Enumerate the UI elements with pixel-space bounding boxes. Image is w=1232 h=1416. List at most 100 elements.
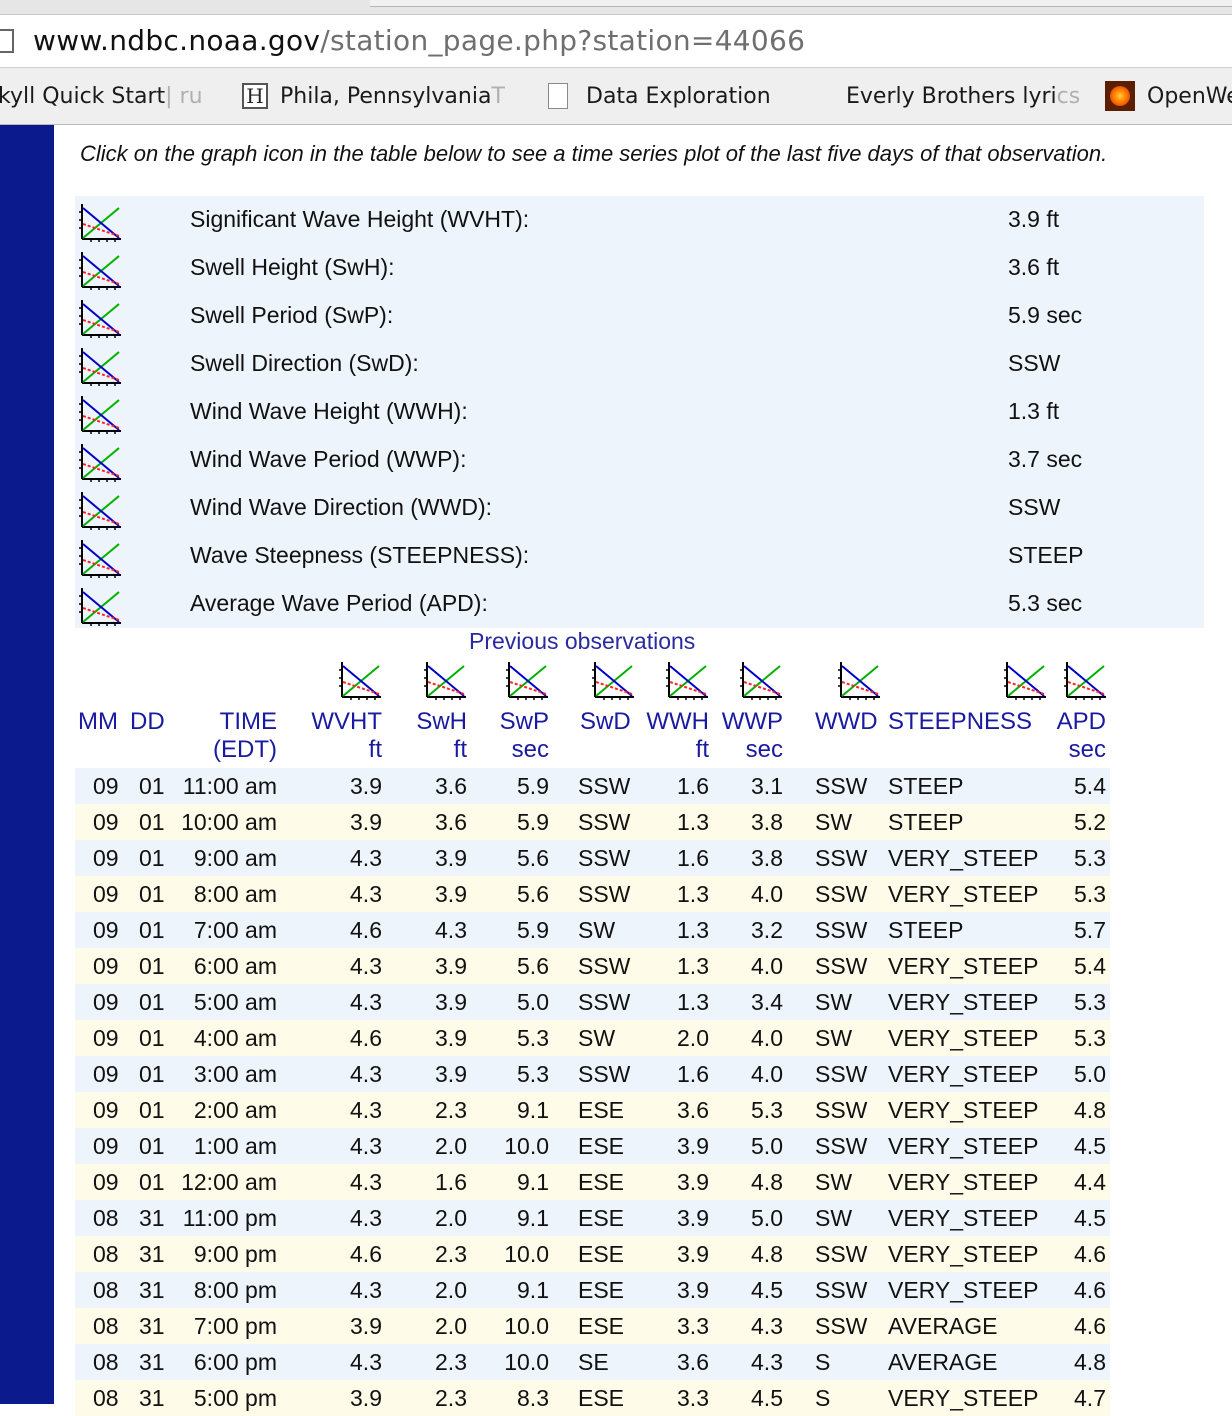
graph-icon-link[interactable] — [79, 202, 123, 242]
cell-wwp: 3.4 — [751, 989, 783, 1015]
header-mm: MM — [78, 708, 118, 735]
graph-icon-link[interactable] — [79, 538, 123, 578]
graph-icon-link[interactable] — [79, 346, 123, 386]
graph-icon[interactable] — [424, 660, 468, 700]
graph-icon-link[interactable] — [79, 490, 123, 530]
graph-icon[interactable] — [838, 660, 882, 700]
cell-wwh: 2.0 — [677, 1025, 709, 1051]
bookmark-phila-pennsylvania[interactable]: H Phila, Pennsylvania T — [242, 81, 505, 111]
graph-icon-steepness[interactable] — [1004, 660, 1048, 700]
cell-wwd: SW — [815, 989, 853, 1015]
graph-icon-wvht[interactable] — [339, 660, 383, 700]
graph-icon-link[interactable] — [79, 442, 123, 482]
bookmark-data-exploration[interactable]: Data Exploration — [548, 81, 771, 111]
cell-wwp: 4.8 — [751, 1169, 783, 1195]
cell-mm: 09 — [93, 881, 119, 907]
observation-row: Significant Wave Height (WVHT): 3.9 ft — [75, 196, 1204, 244]
bookmark-openweather[interactable]: OpenWe — [1105, 81, 1232, 111]
active-tab[interactable] — [370, 0, 1232, 7]
cell-dd: 01 — [139, 845, 165, 871]
cell-steepness: VERY_STEEP — [888, 1133, 1039, 1159]
graph-icon[interactable] — [339, 660, 383, 700]
cell-time: 5:00 am — [193, 989, 277, 1015]
graph-icon[interactable] — [1064, 660, 1108, 700]
observation-label: Wind Wave Height (WWH): — [190, 398, 468, 424]
cell-wwh: 1.6 — [677, 1061, 709, 1087]
cell-time: 3:00 am — [193, 1061, 277, 1087]
cell-swh: 3.9 — [435, 1061, 467, 1087]
cell-swp: 10.0 — [504, 1349, 549, 1375]
graph-icon[interactable] — [79, 346, 123, 386]
graph-icon-swp[interactable] — [506, 660, 550, 700]
header-wvht: WVHT ft — [290, 708, 382, 764]
header-swh-unit: ft — [453, 736, 467, 763]
graph-icon-apd[interactable] — [1064, 660, 1108, 700]
cell-wvht: 4.3 — [350, 1169, 382, 1195]
graph-icon[interactable] — [79, 538, 123, 578]
table-row: 09 01 7:00 am 4.6 4.3 5.9 SW 1.3 3.2 SSW STEEP 5.7 — [75, 912, 1110, 948]
cell-time: 11:00 am — [182, 773, 277, 799]
graph-icon-swd[interactable] — [592, 660, 636, 700]
graph-icon-link[interactable] — [79, 250, 123, 290]
cell-swh: 3.9 — [435, 1025, 467, 1051]
cell-wwd: SSW — [815, 1241, 868, 1267]
graph-icon[interactable] — [592, 660, 636, 700]
cell-wwp: 3.8 — [751, 845, 783, 871]
cell-swp: 9.1 — [517, 1205, 549, 1231]
cell-wwp: 3.1 — [751, 773, 783, 799]
graph-icon-swh[interactable] — [424, 660, 468, 700]
cell-wvht: 3.9 — [350, 1385, 382, 1411]
h-icon: H — [242, 83, 268, 109]
graph-icon[interactable] — [79, 442, 123, 482]
cell-wvht: 4.3 — [350, 881, 382, 907]
graph-icon[interactable] — [79, 490, 123, 530]
cell-time: 9:00 am — [193, 845, 277, 871]
cell-wwd: SSW — [815, 1133, 868, 1159]
graph-icon-link[interactable] — [79, 586, 123, 626]
cell-wwp: 4.3 — [751, 1349, 783, 1375]
cell-time: 8:00 pm — [193, 1277, 277, 1303]
cell-wwh: 1.6 — [677, 845, 709, 871]
cell-swp: 8.3 — [517, 1385, 549, 1411]
header-swh: SwH ft — [390, 708, 467, 764]
address-bar[interactable]: www.ndbc.noaa.gov/station_page.php?stati… — [0, 15, 1232, 68]
graph-icon[interactable] — [79, 202, 123, 242]
cell-apd: 4.4 — [1074, 1169, 1106, 1195]
cell-apd: 5.4 — [1074, 953, 1106, 979]
cell-time: 11:00 pm — [182, 1205, 277, 1231]
header-apd-unit: sec — [1068, 736, 1106, 763]
cell-apd: 4.6 — [1074, 1241, 1106, 1267]
cell-wwd: S — [815, 1385, 831, 1411]
cell-apd: 4.8 — [1074, 1349, 1106, 1375]
cell-dd: 01 — [139, 1169, 165, 1195]
graph-icon[interactable] — [740, 660, 784, 700]
graph-icon[interactable] — [666, 660, 710, 700]
graph-icon-wwp[interactable] — [740, 660, 784, 700]
observation-row: Swell Direction (SwD): SSW — [75, 340, 1204, 388]
cell-time: 1:00 am — [193, 1133, 277, 1159]
url-text[interactable]: www.ndbc.noaa.gov/station_page.php?stati… — [33, 24, 805, 57]
graph-icon-wwd[interactable] — [838, 660, 882, 700]
graph-icon[interactable] — [79, 394, 123, 434]
graph-icon[interactable] — [1004, 660, 1048, 700]
cell-apd: 5.4 — [1074, 773, 1106, 799]
cell-swp: 5.6 — [517, 881, 549, 907]
cell-wwd: SSW — [815, 845, 868, 871]
graph-icon[interactable] — [79, 298, 123, 338]
observation-label: Significant Wave Height (WVHT): — [190, 206, 530, 232]
header-steepness: STEEPNESS — [888, 708, 1033, 735]
graph-icon-wwh[interactable] — [666, 660, 710, 700]
bookmark-everly-brothers-lyrics[interactable]: Everly Brothers lyri cs — [846, 81, 1080, 111]
cell-wwd: SSW — [815, 1313, 868, 1339]
cell-swp: 10.0 — [504, 1133, 549, 1159]
graph-icon-link[interactable] — [79, 298, 123, 338]
cell-swp: 9.1 — [517, 1097, 549, 1123]
cell-dd: 01 — [139, 773, 165, 799]
graph-icon-link[interactable] — [79, 394, 123, 434]
graph-icon[interactable] — [79, 586, 123, 626]
cell-dd: 01 — [139, 881, 165, 907]
bookmark-jekyll-quick-start[interactable]: kyll Quick Start | ru — [0, 81, 203, 111]
graph-icon[interactable] — [79, 250, 123, 290]
graph-icon[interactable] — [506, 660, 550, 700]
cell-dd: 01 — [139, 1025, 165, 1051]
